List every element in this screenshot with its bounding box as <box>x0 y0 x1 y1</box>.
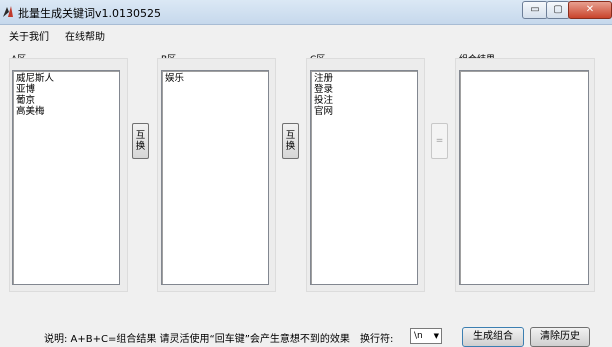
linebreak-label: 换行符: <box>360 334 394 345</box>
list-item[interactable]: 投注 <box>314 95 414 106</box>
title-bar: 批量生成关键词v1.0130525 ▭ ▢ ✕ <box>0 0 612 25</box>
list-item[interactable]: 威尼斯人 <box>16 73 116 84</box>
menu-help[interactable]: 在线帮助 <box>65 28 105 43</box>
chevron-down-icon: ▼ <box>433 332 439 340</box>
equals-button[interactable]: = <box>431 123 448 159</box>
list-b[interactable]: 娱乐 <box>161 70 269 285</box>
generate-button[interactable]: 生成组合 <box>462 327 524 347</box>
window-title: 批量生成关键词v1.0130525 <box>18 7 161 20</box>
close-button[interactable]: ✕ <box>568 1 612 19</box>
list-item[interactable]: 娱乐 <box>165 73 265 84</box>
list-item[interactable]: 亚博 <box>16 84 116 95</box>
list-a[interactable]: 威尼斯人 亚博 葡京 高美梅 <box>12 70 120 285</box>
list-item[interactable]: 葡京 <box>16 95 116 106</box>
app-icon <box>3 6 13 17</box>
list-item[interactable]: 官网 <box>314 106 414 117</box>
maximize-button[interactable]: ▢ <box>546 1 570 19</box>
instruction-text: 说明: A+B+C=组合结果 请灵活使用“回车键”会产生意想不到的效果 <box>44 334 350 345</box>
list-result[interactable] <box>459 70 589 285</box>
clear-history-button[interactable]: 清除历史 <box>530 327 590 347</box>
swap-ab-button[interactable]: 互换 <box>132 123 149 159</box>
list-item[interactable]: 高美梅 <box>16 106 116 117</box>
minimize-button[interactable]: ▭ <box>522 1 548 19</box>
list-item[interactable]: 注册 <box>314 73 414 84</box>
menu-about[interactable]: 关于我们 <box>9 28 49 43</box>
linebreak-select[interactable]: \n ▼ <box>410 328 442 344</box>
list-c[interactable]: 注册 登录 投注 官网 <box>310 70 418 285</box>
swap-bc-button[interactable]: 互换 <box>282 123 299 159</box>
menu-bar: 关于我们 在线帮助 <box>0 25 612 45</box>
list-item[interactable]: 登录 <box>314 84 414 95</box>
